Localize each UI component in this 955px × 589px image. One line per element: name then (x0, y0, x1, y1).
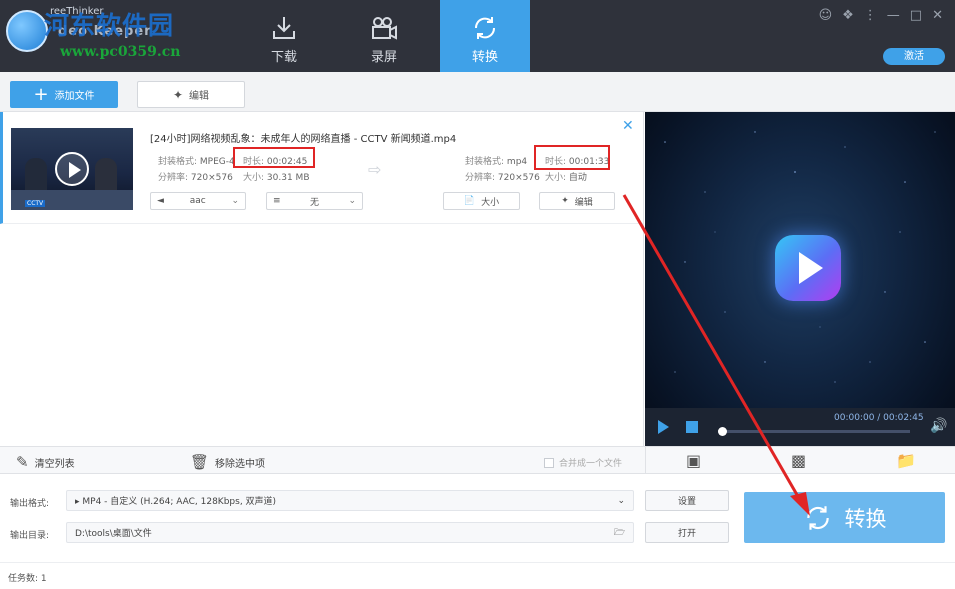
output-dir-label: 输出目录: (10, 531, 50, 541)
convert-button[interactable]: 转换 (744, 492, 945, 543)
tab-record-label: 录屏 (370, 50, 397, 65)
tab-download-label: 下载 (270, 50, 297, 65)
dst-format: 封装格式: mp4 (465, 157, 528, 167)
folder-browse-icon[interactable]: 🗁 (614, 525, 625, 541)
audio-track-select[interactable]: ◄ aac ⌄ (150, 192, 246, 210)
speaker-icon: ◄ (157, 196, 164, 206)
chevron-down-icon: ⌄ (231, 196, 239, 206)
clear-list-label: 清空列表 (34, 458, 75, 470)
size-button-label: 大小 (481, 197, 500, 208)
folder-icon[interactable]: 📁 (896, 451, 916, 470)
snapshot-icon[interactable]: ▩ (791, 451, 806, 470)
logo-icon (6, 10, 48, 52)
convert-icon (474, 17, 496, 39)
playback-time: 00:00:00 / 00:02:45 (834, 413, 924, 423)
item-edit-button[interactable]: ✦ 编辑 (539, 192, 615, 210)
output-format-label: 输出格式: (10, 499, 50, 509)
video-file-icon: ▸ (75, 497, 80, 507)
arrow-right-icon: ⇨ (368, 160, 382, 179)
download-icon (273, 17, 295, 39)
minimize-icon[interactable]: — (887, 8, 900, 23)
watermark-text: 河东软件园 (44, 11, 175, 40)
dst-size: 大小: 自动 (545, 173, 587, 183)
tab-convert-label: 转换 (471, 50, 498, 65)
user-icon[interactable]: ☺ (819, 8, 833, 23)
plus-icon: + (33, 83, 49, 105)
output-dir-value: D:\tools\桌面\文件 (75, 529, 152, 539)
output-format-value: MP4 - 自定义 (H.264; AAC, 128Kbps, 双声道) (82, 497, 277, 507)
video-thumbnail[interactable]: CCTV (11, 128, 133, 210)
stop-button-icon[interactable] (686, 421, 698, 433)
title-bar: reeThinker deo Keeper 河东软件园 www.pc0359.c… (0, 0, 955, 72)
edit-label: 编辑 (189, 91, 210, 102)
tab-convert[interactable]: 转换 (440, 0, 530, 72)
checkbox[interactable] (544, 457, 554, 468)
menu-icon[interactable]: ⋮ (864, 8, 877, 23)
grid-icon[interactable]: ❖ (842, 8, 854, 23)
window-controls: ☺ ❖ ⋮ — □ ✕ (819, 8, 943, 23)
volume-icon[interactable]: 🔊 (930, 418, 947, 434)
convert-button-label: 转换 (844, 506, 887, 531)
remove-item-icon[interactable]: ✕ (622, 118, 634, 134)
task-count: 任务数: 1 (8, 574, 47, 584)
subtitle-value: 无 (309, 197, 319, 208)
camera-icon (372, 17, 397, 40)
highlight-src-duration (233, 147, 315, 168)
subtitle-icon: ≡ (273, 196, 281, 206)
item-edit-label: 编辑 (574, 197, 593, 208)
tab-record[interactable]: 录屏 (340, 0, 428, 72)
play-icon[interactable] (55, 152, 89, 186)
app-logo: reeThinker deo Keeper 河东软件园 www.pc0359.c… (0, 0, 230, 72)
toolbar: + 添加文件 ✦ 编辑 (0, 72, 955, 112)
crop-icon[interactable]: ▣ (686, 451, 701, 470)
magic-wand-icon: ✦ (172, 87, 184, 102)
maximize-icon[interactable]: □ (910, 8, 922, 23)
remove-selected-button[interactable]: 🗑 移除选中项 (190, 453, 265, 471)
activate-button[interactable]: 激活 (883, 48, 945, 65)
output-format-select[interactable]: ▸ MP4 - 自定义 (H.264; AAC, 128Kbps, 双声道) ⌄ (66, 490, 634, 511)
merge-checkbox[interactable]: 合并成一个文件 (544, 456, 622, 469)
channel-badge: CCTV (25, 200, 46, 207)
remove-selected-label: 移除选中项 (215, 458, 266, 470)
merge-label: 合并成一个文件 (559, 459, 623, 469)
chevron-down-icon: ⌄ (617, 495, 625, 506)
src-size: 大小: 30.31 MB (243, 173, 310, 183)
file-icon: 📄 (463, 196, 476, 206)
output-dir-input[interactable]: D:\tools\桌面\文件 🗁 (66, 522, 634, 543)
convert-icon (806, 505, 829, 530)
highlight-dst-duration (534, 145, 610, 170)
src-format: 封装格式: MPEG-4 (158, 157, 235, 167)
big-play-icon[interactable] (775, 235, 841, 301)
file-name: [24小时]网络视频乱象：未成年人的网络直播 - CCTV 新闻频道.mp4 (150, 134, 457, 145)
audio-track-value: aac (189, 196, 206, 206)
app-window: reeThinker deo Keeper 河东软件园 www.pc0359.c… (0, 0, 955, 589)
status-bar: 任务数: 1 (0, 562, 955, 589)
add-files-label: 添加文件 (54, 91, 95, 102)
src-resolution: 分辨率: 720×576 (158, 173, 233, 183)
seek-handle[interactable] (718, 427, 727, 436)
open-folder-button[interactable]: 打开 (645, 522, 729, 543)
add-files-button[interactable]: + 添加文件 (10, 81, 118, 108)
clear-list-button[interactable]: ✎ 清空列表 (16, 453, 75, 471)
close-icon[interactable]: ✕ (932, 8, 943, 23)
broom-icon: ✎ (16, 453, 29, 471)
magic-wand-icon: ✦ (561, 196, 569, 206)
size-button[interactable]: 📄 大小 (443, 192, 520, 210)
edit-button[interactable]: ✦ 编辑 (137, 81, 245, 108)
trash-icon: 🗑 (190, 453, 210, 471)
watermark-url: www.pc0359.cn (60, 44, 181, 60)
seek-bar[interactable] (718, 430, 910, 433)
subtitle-select[interactable]: ≡ 无 ⌄ (266, 192, 363, 210)
play-button-icon[interactable] (658, 420, 669, 434)
dst-resolution: 分辨率: 720×576 (465, 173, 540, 183)
chevron-down-icon: ⌄ (348, 196, 356, 206)
settings-button[interactable]: 设置 (645, 490, 729, 511)
preview-tools: ▣ ▩ 📁 (645, 446, 955, 474)
tab-download[interactable]: 下载 (240, 0, 328, 72)
